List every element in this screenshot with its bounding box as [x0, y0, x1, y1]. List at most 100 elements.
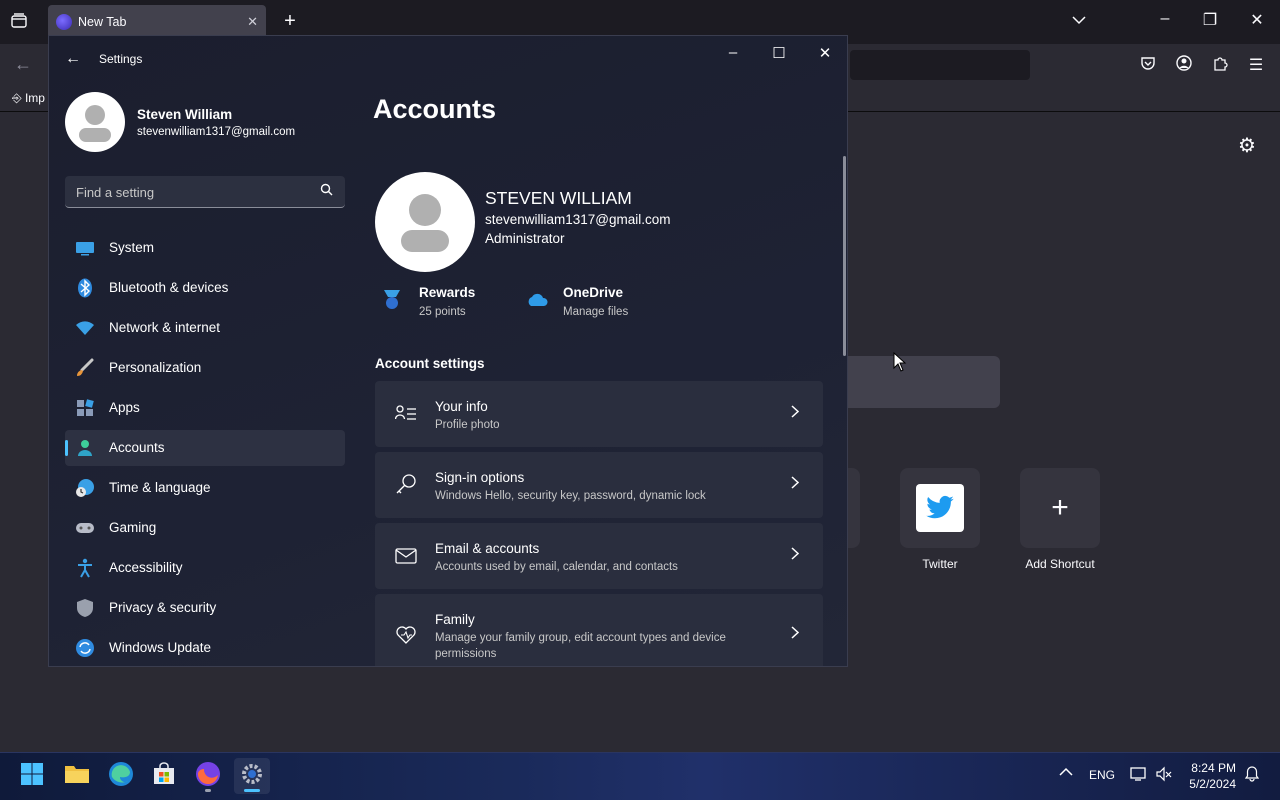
bluetooth-icon	[75, 278, 95, 298]
avatar-head	[409, 194, 441, 226]
rewards-icon[interactable]	[381, 288, 403, 310]
sidebar-item-label: Accounts	[109, 440, 165, 455]
twitter-bird-icon	[916, 484, 964, 532]
sidebar-item-system[interactable]: System	[65, 230, 345, 266]
gear-icon[interactable]: ⚙	[1238, 133, 1256, 158]
browser-tab[interactable]: New Tab ✕	[48, 5, 266, 39]
add-shortcut-tile[interactable]: +	[1020, 468, 1100, 548]
clock-time[interactable]: 8:24 PM	[1186, 761, 1236, 775]
new-tab-button[interactable]: +	[280, 10, 300, 33]
card-title: Your info	[435, 399, 488, 414]
onedrive-icon[interactable]	[525, 292, 548, 314]
brush-icon	[75, 358, 95, 378]
sidebar-item-personalization[interactable]: Personalization	[65, 350, 345, 386]
start-icon	[20, 762, 44, 791]
shortcut-label: Twitter	[922, 557, 958, 571]
sidebar-item-windows-update[interactable]: Windows Update	[65, 630, 345, 666]
start-button[interactable]	[14, 758, 50, 794]
sidebar-item-network[interactable]: Network & internet	[65, 310, 345, 346]
mouse-cursor-icon	[893, 351, 907, 372]
sidebar-item-label: Time & language	[109, 480, 211, 495]
page-title: Accounts	[373, 94, 497, 124]
rewards-title[interactable]: Rewards	[419, 285, 475, 300]
tab-close-icon[interactable]: ✕	[247, 14, 258, 30]
avatar-body	[79, 128, 111, 142]
browser-restore-button[interactable]: ❐	[1198, 10, 1222, 30]
card-your-info[interactable]: Your info Profile photo	[375, 381, 823, 447]
file-explorer-icon	[64, 763, 90, 790]
chevron-up-icon[interactable]	[1059, 766, 1073, 780]
shortcut-tile-twitter[interactable]	[900, 468, 980, 548]
account-settings-heading: Account settings	[375, 356, 485, 371]
sidebar-item-gaming[interactable]: Gaming	[65, 510, 345, 546]
extensions-icon[interactable]	[1210, 55, 1230, 76]
taskbar-firefox[interactable]	[190, 758, 226, 794]
card-subtitle: Accounts used by email, calendar, and co…	[435, 561, 678, 573]
avatar[interactable]	[65, 92, 125, 152]
taskbar-file-explorer[interactable]	[59, 758, 95, 794]
shield-icon	[75, 598, 95, 618]
settings-close-button[interactable]: ✕	[811, 44, 839, 62]
network-icon[interactable]	[1130, 766, 1146, 785]
language-indicator[interactable]: ENG	[1089, 768, 1115, 782]
sidebar-item-label: Network & internet	[109, 320, 221, 335]
scrollbar[interactable]	[843, 156, 846, 356]
account-icon[interactable]	[1174, 55, 1194, 76]
card-subtitle: Profile photo	[435, 419, 500, 431]
chevron-down-icon[interactable]	[1072, 12, 1086, 28]
search-input[interactable]: Find a setting	[65, 176, 345, 208]
clock-globe-icon	[75, 478, 95, 498]
sidebar-item-time-language[interactable]: Time & language	[65, 470, 345, 506]
settings-window: ← Settings – ☐ ✕ Steven William stevenwi…	[48, 35, 848, 667]
url-bar[interactable]	[850, 50, 1030, 80]
sidebar-item-apps[interactable]: Apps	[65, 390, 345, 426]
account-name: STEVEN WILLIAM	[485, 188, 632, 208]
accounts-icon	[75, 438, 95, 458]
tab-title: New Tab	[78, 15, 127, 29]
back-arrow-icon[interactable]: ←	[65, 50, 81, 68]
sidebar-item-label: Accessibility	[109, 560, 183, 575]
system-icon	[75, 238, 95, 258]
import-label: Imp	[24, 91, 45, 105]
running-indicator	[205, 789, 211, 792]
taskbar-edge[interactable]	[103, 758, 139, 794]
onedrive-title[interactable]: OneDrive	[563, 285, 623, 300]
speaker-muted-icon[interactable]	[1156, 766, 1172, 785]
sidebar-item-privacy[interactable]: Privacy & security	[65, 590, 345, 626]
pocket-icon[interactable]	[1138, 55, 1158, 76]
sidebar-item-accessibility[interactable]: Accessibility	[65, 550, 345, 586]
family-heart-icon	[395, 624, 417, 646]
chevron-right-icon	[791, 405, 800, 421]
settings-minimize-button[interactable]: –	[719, 44, 747, 61]
card-subtitle: Windows Hello, security key, password, d…	[435, 490, 706, 502]
import-bookmarks-link[interactable]: ⎆ Imp	[12, 91, 45, 106]
browser-close-button[interactable]: ✕	[1245, 10, 1269, 30]
sidebar-item-bluetooth[interactable]: Bluetooth & devices	[65, 270, 345, 306]
wifi-icon	[75, 318, 95, 338]
taskbar-settings[interactable]	[234, 758, 270, 794]
sidebar-item-label: Personalization	[109, 360, 202, 375]
back-arrow-icon[interactable]: ←	[14, 54, 32, 75]
card-family[interactable]: Family Manage your family group, edit ac…	[375, 594, 823, 666]
notification-bell-icon[interactable]	[1244, 766, 1260, 785]
chevron-right-icon	[791, 476, 800, 492]
sidebar-item-label: Gaming	[109, 520, 157, 535]
hamburger-menu-icon[interactable]: ☰	[1246, 55, 1266, 75]
avatar-head	[85, 105, 105, 125]
browser-minimize-button[interactable]: –	[1153, 10, 1177, 28]
settings-maximize-button[interactable]: ☐	[765, 44, 793, 62]
settings-icon	[240, 762, 264, 791]
sidebar-item-label: System	[109, 240, 155, 255]
chevron-right-icon	[791, 547, 800, 563]
accessibility-icon	[75, 558, 95, 578]
card-email-accounts[interactable]: Email & accounts Accounts used by email,…	[375, 523, 823, 589]
mail-icon	[395, 545, 417, 567]
profile-email: stevenwilliam1317@gmail.com	[137, 126, 296, 138]
update-icon	[75, 638, 95, 658]
card-sign-in-options[interactable]: Sign-in options Windows Hello, security …	[375, 452, 823, 518]
clock-date[interactable]: 5/2/2024	[1186, 777, 1236, 791]
sidebar-item-accounts[interactable]: Accounts	[65, 430, 345, 466]
taskbar-store[interactable]	[146, 758, 182, 794]
list-all-tabs-icon[interactable]	[10, 12, 30, 32]
key-icon	[395, 473, 417, 495]
